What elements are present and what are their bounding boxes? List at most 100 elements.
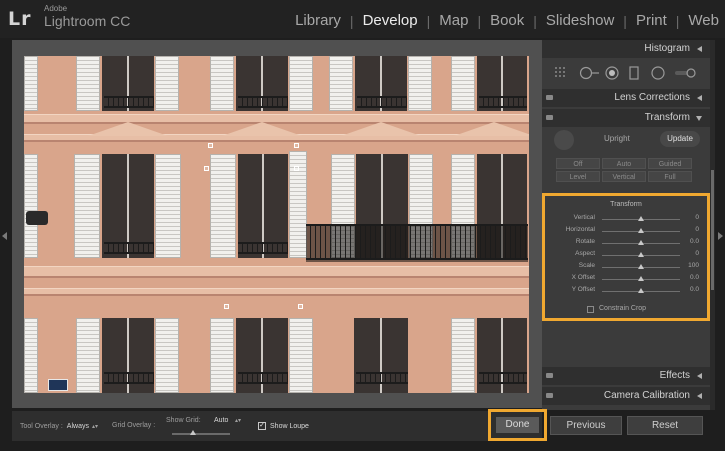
loupe-toolbar: Tool Overlay : Always ▴▾ Grid Overlay : … bbox=[12, 411, 542, 441]
collapse-arrow-icon[interactable] bbox=[697, 393, 702, 399]
guided-upright-icon[interactable] bbox=[554, 130, 574, 150]
panel-switch-icon[interactable] bbox=[546, 115, 553, 120]
upright-row: Upright Update bbox=[550, 128, 702, 152]
expand-arrow-icon[interactable] bbox=[696, 116, 702, 121]
slider-value[interactable]: 0 bbox=[695, 214, 699, 221]
module-slideshow[interactable]: Slideshow bbox=[546, 12, 614, 29]
module-print[interactable]: Print bbox=[636, 12, 667, 29]
photo-preview[interactable] bbox=[24, 56, 529, 393]
shutter bbox=[210, 56, 234, 111]
slider-knob[interactable] bbox=[638, 228, 644, 233]
aspect-slider-row[interactable]: Aspect 0 bbox=[545, 249, 705, 261]
panel-header-transform[interactable]: Transform bbox=[542, 109, 710, 127]
module-develop[interactable]: Develop bbox=[363, 12, 418, 29]
window-railing bbox=[238, 96, 288, 108]
done-button[interactable]: Done bbox=[496, 417, 539, 433]
transform-handle[interactable] bbox=[208, 143, 213, 148]
transform-handle[interactable] bbox=[204, 166, 209, 171]
module-picker: Library | Develop | Map | Book | Slidesh… bbox=[295, 12, 719, 29]
panel-header-effects[interactable]: Effects bbox=[542, 367, 710, 385]
panel-scrollbar[interactable] bbox=[710, 40, 715, 410]
upright-level-button[interactable]: Level bbox=[556, 171, 600, 182]
panel-header-histogram[interactable]: Histogram bbox=[542, 40, 710, 58]
update-button[interactable]: Update bbox=[660, 131, 700, 147]
scale-slider-row[interactable]: Scale 100 bbox=[545, 261, 705, 273]
slider-knob[interactable] bbox=[638, 216, 644, 221]
grid-size-slider-knob[interactable] bbox=[190, 430, 197, 435]
module-separator: | bbox=[477, 12, 482, 29]
shutter bbox=[210, 318, 234, 393]
slider-knob[interactable] bbox=[638, 240, 644, 245]
panel-header-camera-calibration[interactable]: Camera Calibration bbox=[542, 387, 710, 405]
panel-switch-icon[interactable] bbox=[546, 373, 553, 378]
panel-switch-icon[interactable] bbox=[546, 393, 553, 398]
module-map[interactable]: Map bbox=[439, 12, 468, 29]
slider-value[interactable]: 0.0 bbox=[690, 238, 699, 245]
adjustment-brush-icon[interactable] bbox=[674, 66, 698, 80]
transform-handle[interactable] bbox=[294, 143, 299, 148]
tool-overlay-spinner-icon[interactable]: ▴▾ bbox=[92, 423, 98, 430]
show-loupe-checkbox[interactable]: ✓ bbox=[258, 422, 267, 430]
constrain-crop-checkbox[interactable] bbox=[587, 306, 594, 313]
transform-handle[interactable] bbox=[224, 304, 229, 309]
show-grid-label: Show Grid: bbox=[166, 417, 201, 424]
upright-auto-button[interactable]: Auto bbox=[602, 158, 646, 169]
scrollbar-thumb[interactable] bbox=[711, 170, 714, 290]
tool-overlay-select[interactable]: Always bbox=[67, 423, 89, 430]
reset-button[interactable]: Reset bbox=[627, 416, 703, 435]
transform-section-title: Transform bbox=[610, 201, 642, 208]
show-grid-select[interactable]: Auto bbox=[214, 417, 228, 424]
transform-handle[interactable] bbox=[298, 304, 303, 309]
slider-value[interactable]: 0 bbox=[695, 250, 699, 257]
upright-guided-button[interactable]: Guided bbox=[648, 158, 692, 169]
module-book[interactable]: Book bbox=[490, 12, 524, 29]
module-library[interactable]: Library bbox=[295, 12, 341, 29]
red-eye-icon[interactable] bbox=[604, 66, 620, 80]
wall-lamp bbox=[26, 211, 48, 225]
slider-knob[interactable] bbox=[638, 288, 644, 293]
slider-value[interactable]: 0.0 bbox=[690, 286, 699, 293]
spot-removal-icon[interactable] bbox=[578, 66, 600, 80]
slider-value[interactable]: 0.0 bbox=[690, 274, 699, 281]
slider-knob[interactable] bbox=[638, 264, 644, 269]
x-offset-slider-row[interactable]: X Offset 0.0 bbox=[545, 273, 705, 285]
rotate-slider-row[interactable]: Rotate 0.0 bbox=[545, 237, 705, 249]
collapse-arrow-icon[interactable] bbox=[697, 373, 702, 379]
upright-vertical-button[interactable]: Vertical bbox=[602, 171, 646, 182]
collapse-arrow-icon[interactable] bbox=[697, 95, 702, 101]
cornice bbox=[24, 288, 529, 296]
upright-off-button[interactable]: Off bbox=[556, 158, 600, 169]
window-pediment bbox=[222, 122, 302, 136]
show-grid-spinner-icon[interactable]: ▴▾ bbox=[235, 417, 241, 424]
panel-header-lens-corrections[interactable]: Lens Corrections bbox=[542, 89, 710, 107]
grid-size-slider[interactable] bbox=[172, 433, 231, 435]
radial-filter-icon[interactable] bbox=[650, 66, 666, 80]
right-panel-toggle-icon[interactable] bbox=[718, 232, 723, 240]
transform-handle[interactable] bbox=[294, 166, 299, 171]
previous-button[interactable]: Previous bbox=[550, 416, 622, 435]
show-loupe-control[interactable]: ✓ Show Loupe bbox=[258, 422, 309, 430]
slider-knob[interactable] bbox=[638, 276, 644, 281]
tool-overlay-control[interactable]: Tool Overlay : Always ▴▾ bbox=[20, 423, 98, 430]
left-panel-toggle-icon[interactable] bbox=[2, 232, 7, 240]
window-pediment bbox=[341, 122, 421, 136]
slider-value[interactable]: 100 bbox=[688, 262, 699, 269]
crop-overlay-icon[interactable] bbox=[554, 66, 568, 80]
module-web[interactable]: Web bbox=[688, 12, 719, 29]
slider-value[interactable]: 0 bbox=[695, 226, 699, 233]
shutter bbox=[210, 154, 236, 258]
vertical-slider-row[interactable]: Vertical 0 bbox=[545, 213, 705, 225]
slider-knob[interactable] bbox=[638, 252, 644, 257]
upright-full-button[interactable]: Full bbox=[648, 171, 692, 182]
y-offset-slider-row[interactable]: Y Offset 0.0 bbox=[545, 285, 705, 297]
window-railing bbox=[238, 242, 288, 254]
window-railing bbox=[357, 96, 407, 108]
panel-switch-icon[interactable] bbox=[546, 95, 553, 100]
slider-label: Y Offset bbox=[571, 286, 595, 293]
horizontal-slider-row[interactable]: Horizontal 0 bbox=[545, 225, 705, 237]
panel-title: Lens Corrections bbox=[614, 92, 690, 103]
tool-strip bbox=[542, 60, 710, 86]
graduated-filter-icon[interactable] bbox=[628, 66, 640, 80]
collapse-arrow-icon[interactable] bbox=[697, 46, 702, 52]
slider-label: Horizontal bbox=[565, 226, 595, 233]
